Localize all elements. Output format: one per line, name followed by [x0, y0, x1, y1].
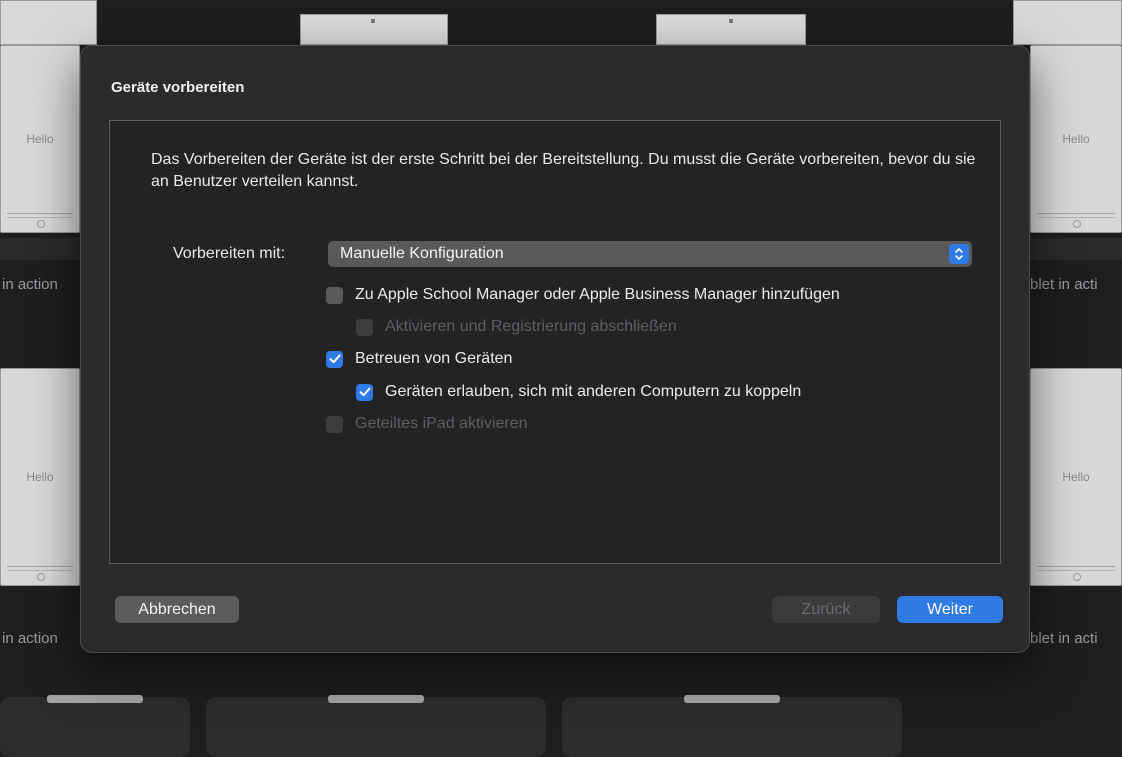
- bg-caption: in action: [2, 630, 58, 647]
- bg-device-card: [300, 14, 448, 45]
- checkbox-row-allow-pairing[interactable]: Geräten erlauben, sich mit anderen Compu…: [356, 382, 801, 402]
- checkbox-label: Zu Apple School Manager oder Apple Busin…: [355, 286, 840, 303]
- bg-caption: blet in acti: [1030, 630, 1098, 647]
- checkbox-row-activate-register: Aktivieren und Registrierung abschließen: [356, 317, 677, 337]
- bg-tile: [562, 695, 902, 757]
- checkbox-label: Aktivieren und Registrierung abschließen: [385, 318, 677, 335]
- checkbox-row-add-to-manager[interactable]: Zu Apple School Manager oder Apple Busin…: [326, 285, 840, 305]
- options-panel: Das Vorbereiten der Geräte ist der erste…: [109, 120, 1001, 564]
- checkmark-icon: [359, 387, 370, 397]
- cancel-button[interactable]: Abbrechen: [115, 596, 239, 623]
- checkbox-label: Geräten erlauben, sich mit anderen Compu…: [385, 383, 802, 400]
- bg-caption: in action: [2, 276, 58, 293]
- bg-caption: blet in acti: [1030, 276, 1098, 293]
- prepare-with-label: Vorbereiten mit:: [173, 245, 286, 262]
- checkbox-add-to-manager[interactable]: [326, 286, 343, 304]
- checkbox-label: Betreuen von Geräten: [355, 350, 513, 367]
- bg-device-card: [656, 14, 806, 45]
- checkbox-shared-ipad: [326, 415, 343, 433]
- intro-text: Das Vorbereiten der Geräte ist der erste…: [151, 151, 976, 190]
- dialog-title: Geräte vorbereiten: [111, 79, 245, 96]
- bg-device: Hello: [0, 45, 80, 233]
- checkbox-row-supervise[interactable]: Betreuen von Geräten: [326, 349, 512, 369]
- checkmark-icon: [329, 354, 340, 364]
- checkbox-activate-register: [356, 318, 373, 336]
- bg-device-card: [1013, 0, 1122, 45]
- bg-device: Hello: [0, 368, 80, 586]
- prepare-with-value: Manuelle Konfiguration: [340, 245, 504, 262]
- checkbox-supervise[interactable]: [326, 350, 343, 368]
- prepare-with-popup[interactable]: Manuelle Konfiguration: [328, 241, 972, 267]
- checkbox-label: Geteiltes iPad aktivieren: [355, 415, 528, 432]
- checkbox-allow-pairing[interactable]: [356, 383, 373, 401]
- bg-tile: [206, 695, 546, 757]
- checkbox-row-shared-ipad: Geteiltes iPad aktivieren: [326, 414, 528, 434]
- back-button: Zurück: [772, 596, 880, 623]
- chevron-updown-icon: [949, 244, 969, 264]
- bg-device: Hello: [1030, 45, 1122, 233]
- bg-tile: [0, 695, 190, 757]
- bg-device-card: [0, 0, 97, 45]
- bg-device: Hello: [1030, 368, 1122, 586]
- next-button[interactable]: Weiter: [897, 596, 1003, 623]
- prepare-devices-dialog: Geräte vorbereiten Das Vorbereiten der G…: [80, 45, 1030, 653]
